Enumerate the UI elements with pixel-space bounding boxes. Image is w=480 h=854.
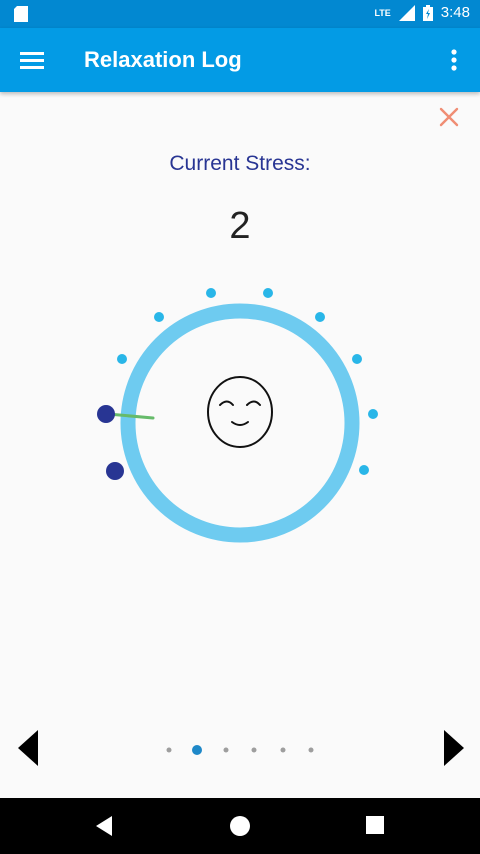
close-icon[interactable] bbox=[438, 106, 460, 128]
page-dot-current[interactable] bbox=[192, 745, 202, 755]
scale-dot-selected[interactable] bbox=[106, 462, 124, 480]
dial-ring bbox=[120, 303, 360, 543]
page-dot[interactable] bbox=[166, 747, 172, 753]
back-icon[interactable] bbox=[94, 815, 114, 837]
signal-icon bbox=[398, 4, 415, 21]
page-indicator bbox=[166, 745, 314, 755]
scale-dot[interactable] bbox=[352, 354, 362, 364]
stress-dial[interactable] bbox=[0, 270, 480, 570]
page-dot[interactable] bbox=[223, 747, 229, 753]
scale-dot[interactable] bbox=[315, 312, 325, 322]
calm-face-icon bbox=[207, 376, 273, 448]
recents-icon[interactable] bbox=[366, 816, 384, 834]
chevron-left-icon[interactable] bbox=[18, 730, 40, 766]
status-bar: LTE 3:48 bbox=[0, 0, 480, 28]
scale-dot[interactable] bbox=[117, 354, 127, 364]
status-right: LTE 3:48 bbox=[374, 4, 470, 21]
current-stress-value: 2 bbox=[229, 205, 251, 247]
page-dot[interactable] bbox=[280, 747, 286, 753]
clock: 3:48 bbox=[440, 4, 470, 21]
chevron-right-icon[interactable] bbox=[442, 730, 464, 766]
scale-dot[interactable] bbox=[206, 288, 216, 298]
page-dot[interactable] bbox=[308, 747, 314, 753]
sd-card-icon bbox=[14, 6, 28, 22]
scale-dot[interactable] bbox=[368, 409, 378, 419]
system-nav-bar bbox=[0, 798, 480, 854]
scale-dot[interactable] bbox=[359, 465, 369, 475]
network-type-label: LTE bbox=[374, 7, 391, 18]
page-dot[interactable] bbox=[251, 747, 257, 753]
current-stress-label: Current Stress: bbox=[169, 152, 311, 175]
pager-nav bbox=[0, 722, 480, 778]
overflow-menu-icon[interactable] bbox=[442, 46, 466, 74]
scale-dot[interactable] bbox=[263, 288, 273, 298]
scale-dot[interactable] bbox=[154, 312, 164, 322]
app-title: Relaxation Log bbox=[84, 47, 242, 72]
dial-handle[interactable] bbox=[97, 405, 115, 423]
hamburger-menu-icon[interactable] bbox=[20, 49, 44, 71]
home-icon[interactable] bbox=[229, 815, 251, 837]
battery-icon bbox=[422, 4, 433, 21]
app-bar: Relaxation Log bbox=[0, 28, 480, 92]
